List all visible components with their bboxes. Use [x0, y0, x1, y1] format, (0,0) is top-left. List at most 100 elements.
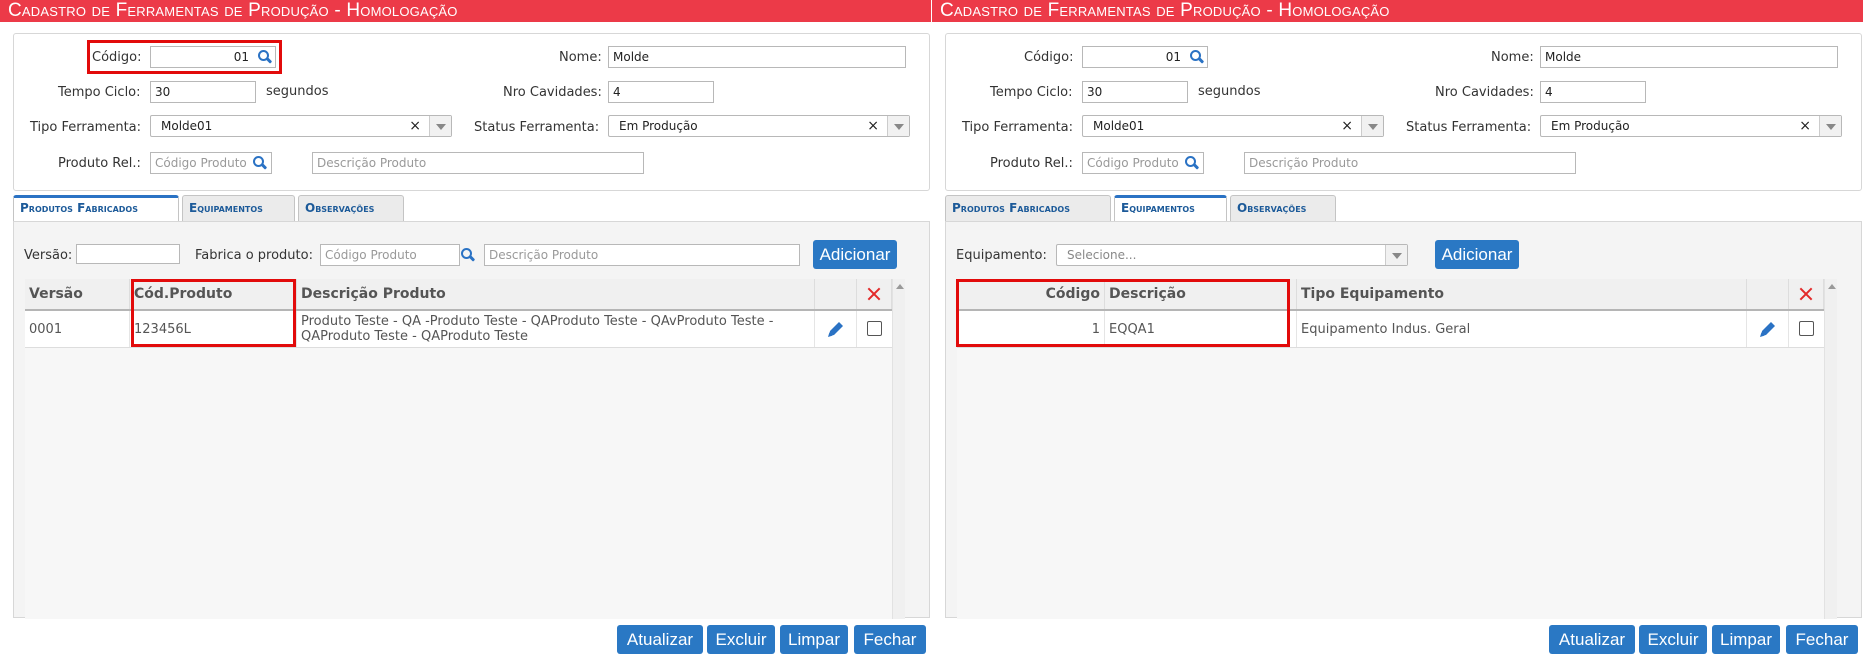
versao-label: Versão:: [24, 248, 73, 263]
chevron-down-icon[interactable]: [429, 116, 451, 136]
chevron-down-icon[interactable]: [1819, 116, 1841, 136]
delete-all-icon[interactable]: [1799, 287, 1813, 301]
cell-select: [857, 311, 892, 347]
clear-icon[interactable]: ×: [867, 116, 879, 136]
codigo-label: Código:: [1024, 50, 1074, 65]
tab-equipamentos[interactable]: Equipamentos: [182, 195, 295, 221]
fabrica-codigo-input[interactable]: Código Produto: [320, 244, 460, 266]
col-delete: [857, 279, 892, 309]
window-title: Cadastro de Ferramentas de Produção - Ho…: [0, 0, 931, 22]
cell-edit: [815, 311, 857, 347]
tab-content: Equipamento: Selecione... Adicionar Códi…: [945, 221, 1862, 619]
tab-equipamentos[interactable]: Equipamentos: [1114, 195, 1227, 222]
produto-search-icon[interactable]: [250, 154, 268, 172]
clear-icon[interactable]: ×: [1341, 116, 1353, 136]
equipamento-select[interactable]: Selecione...: [1056, 244, 1408, 266]
adicionar-button[interactable]: Adicionar: [1435, 240, 1519, 269]
cell-tipo-equipamento: Equipamento Indus. Geral: [1297, 311, 1747, 347]
excluir-button[interactable]: Excluir: [1639, 625, 1707, 654]
tempo-ciclo-input[interactable]: 30: [150, 81, 256, 103]
nome-input[interactable]: Molde: [1540, 46, 1838, 68]
fabrica-descricao-input[interactable]: Descrição Produto: [484, 244, 800, 266]
status-ferramenta-select[interactable]: Em Produção ×: [1540, 115, 1842, 137]
produto-search-icon[interactable]: [1182, 154, 1200, 172]
tipo-ferramenta-select[interactable]: Molde01 ×: [150, 115, 452, 137]
cell-edit: [1747, 311, 1789, 347]
nro-cavidades-input[interactable]: 4: [608, 81, 714, 103]
window-title: Cadastro de Ferramentas de Produção - Ho…: [932, 0, 1863, 22]
fabrica-produto-label: Fabrica o produto:: [195, 248, 313, 263]
equipamento-placeholder: Selecione...: [1067, 248, 1137, 262]
pencil-icon[interactable]: [826, 319, 846, 339]
nome-label: Nome:: [559, 50, 602, 65]
produto-descricao-input[interactable]: Descrição Produto: [312, 152, 644, 174]
pencil-icon[interactable]: [1758, 319, 1778, 339]
row-checkbox[interactable]: [1799, 321, 1814, 336]
codigo-highlight: [87, 40, 282, 74]
produto-rel-label: Produto Rel.:: [58, 156, 141, 171]
cod-produto-highlight: [131, 279, 296, 347]
nro-cavidades-input[interactable]: 4: [1540, 81, 1646, 103]
col-versao[interactable]: Versão: [25, 279, 130, 309]
tempo-ciclo-unit: segundos: [1198, 84, 1261, 99]
excluir-button[interactable]: Excluir: [707, 625, 775, 654]
status-ferramenta-label: Status Ferramenta:: [474, 120, 600, 135]
fabrica-search-icon[interactable]: [458, 246, 476, 264]
codigo-descricao-highlight: [956, 279, 1290, 347]
tool-form: Código: 01 Nome: Molde Tempo Ciclo: 30 s…: [13, 33, 930, 191]
status-ferramenta-label: Status Ferramenta:: [1406, 120, 1532, 135]
tab-produtos-fabricados[interactable]: Produtos Fabricados: [945, 195, 1111, 221]
tempo-ciclo-input[interactable]: 30: [1082, 81, 1188, 103]
nro-cavidades-label: Nro Cavidades:: [503, 85, 602, 100]
tipo-ferramenta-label: Tipo Ferramenta:: [962, 120, 1074, 135]
codigo-search-icon[interactable]: [1187, 48, 1205, 66]
tool-form: Código: 01 Nome: Molde Tempo Ciclo: 30 s…: [945, 33, 1862, 191]
adicionar-button[interactable]: Adicionar: [813, 240, 897, 269]
col-edit: [815, 279, 857, 309]
left-panel: Cadastro de Ferramentas de Produção - Ho…: [0, 0, 931, 667]
produto-descricao-input[interactable]: Descrição Produto: [1244, 152, 1576, 174]
tipo-ferramenta-value: Molde01: [161, 119, 213, 133]
delete-all-icon[interactable]: [867, 287, 881, 301]
atualizar-button[interactable]: Atualizar: [617, 625, 703, 654]
cell-select: [1789, 311, 1824, 347]
chevron-down-icon[interactable]: [1361, 116, 1383, 136]
tempo-ciclo-label: Tempo Ciclo:: [58, 85, 141, 100]
fechar-button[interactable]: Fechar: [854, 625, 926, 654]
col-tipo-equipamento[interactable]: Tipo Equipamento: [1297, 279, 1747, 309]
clear-icon[interactable]: ×: [409, 116, 421, 136]
tempo-ciclo-label: Tempo Ciclo:: [990, 85, 1073, 100]
status-ferramenta-value: Em Produção: [1551, 119, 1630, 133]
tipo-ferramenta-select[interactable]: Molde01 ×: [1082, 115, 1384, 137]
tab-content: Versão: Fabrica o produto: Código Produt…: [13, 221, 930, 619]
col-edit: [1747, 279, 1789, 309]
fechar-button[interactable]: Fechar: [1786, 625, 1858, 654]
equipamento-label: Equipamento:: [956, 248, 1047, 263]
versao-input[interactable]: [76, 244, 180, 264]
limpar-button[interactable]: Limpar: [780, 625, 848, 654]
nome-label: Nome:: [1491, 50, 1534, 65]
tab-observacoes[interactable]: Observações: [1230, 195, 1336, 221]
grid-scrollbar[interactable]: [892, 279, 905, 619]
clear-icon[interactable]: ×: [1799, 116, 1811, 136]
atualizar-button[interactable]: Atualizar: [1549, 625, 1635, 654]
tab-produtos-fabricados[interactable]: Produtos Fabricados: [13, 195, 179, 222]
tempo-ciclo-unit: segundos: [266, 84, 329, 99]
nome-input[interactable]: Molde: [608, 46, 906, 68]
col-descricao-produto[interactable]: Descrição Produto: [297, 279, 815, 309]
tab-observacoes[interactable]: Observações: [298, 195, 404, 221]
limpar-button[interactable]: Limpar: [1712, 625, 1780, 654]
cell-descricao-produto: Produto Teste - QA -Produto Teste - QAPr…: [297, 311, 815, 347]
col-delete: [1789, 279, 1824, 309]
grid-scrollbar[interactable]: [1824, 279, 1837, 619]
status-ferramenta-value: Em Produção: [619, 119, 698, 133]
produto-rel-label: Produto Rel.:: [990, 156, 1073, 171]
nro-cavidades-label: Nro Cavidades:: [1435, 85, 1534, 100]
cell-versao: 0001: [25, 311, 130, 347]
status-ferramenta-select[interactable]: Em Produção ×: [608, 115, 910, 137]
row-checkbox[interactable]: [867, 321, 882, 336]
tipo-ferramenta-label: Tipo Ferramenta:: [30, 120, 142, 135]
right-panel: Cadastro de Ferramentas de Produção - Ho…: [932, 0, 1863, 667]
chevron-down-icon[interactable]: [887, 116, 909, 136]
chevron-down-icon[interactable]: [1385, 245, 1407, 265]
